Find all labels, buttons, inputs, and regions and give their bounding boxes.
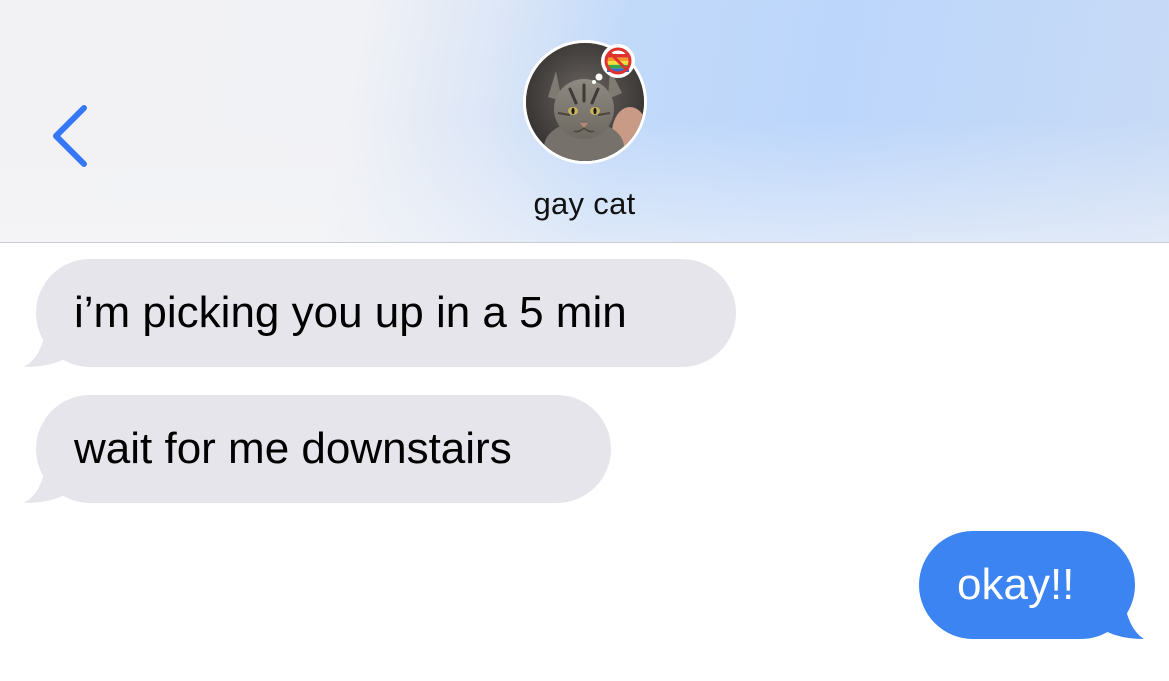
- outgoing-message-bubble[interactable]: okay!!: [919, 531, 1135, 639]
- incoming-message-bubble[interactable]: i’m picking you up in a 5 min: [36, 259, 736, 367]
- imessage-conversation-screen: gay cat i’m picking you up in a 5 min wa…: [0, 0, 1169, 681]
- incoming-message-bubble[interactable]: wait for me downstairs: [36, 395, 611, 503]
- thought-bubble-icon: [590, 42, 640, 84]
- contact-name[interactable]: gay cat: [0, 186, 1169, 222]
- chevron-left-icon: [53, 105, 87, 167]
- no-rainbow-thought-bubble: [592, 44, 635, 84]
- back-button[interactable]: [44, 100, 100, 172]
